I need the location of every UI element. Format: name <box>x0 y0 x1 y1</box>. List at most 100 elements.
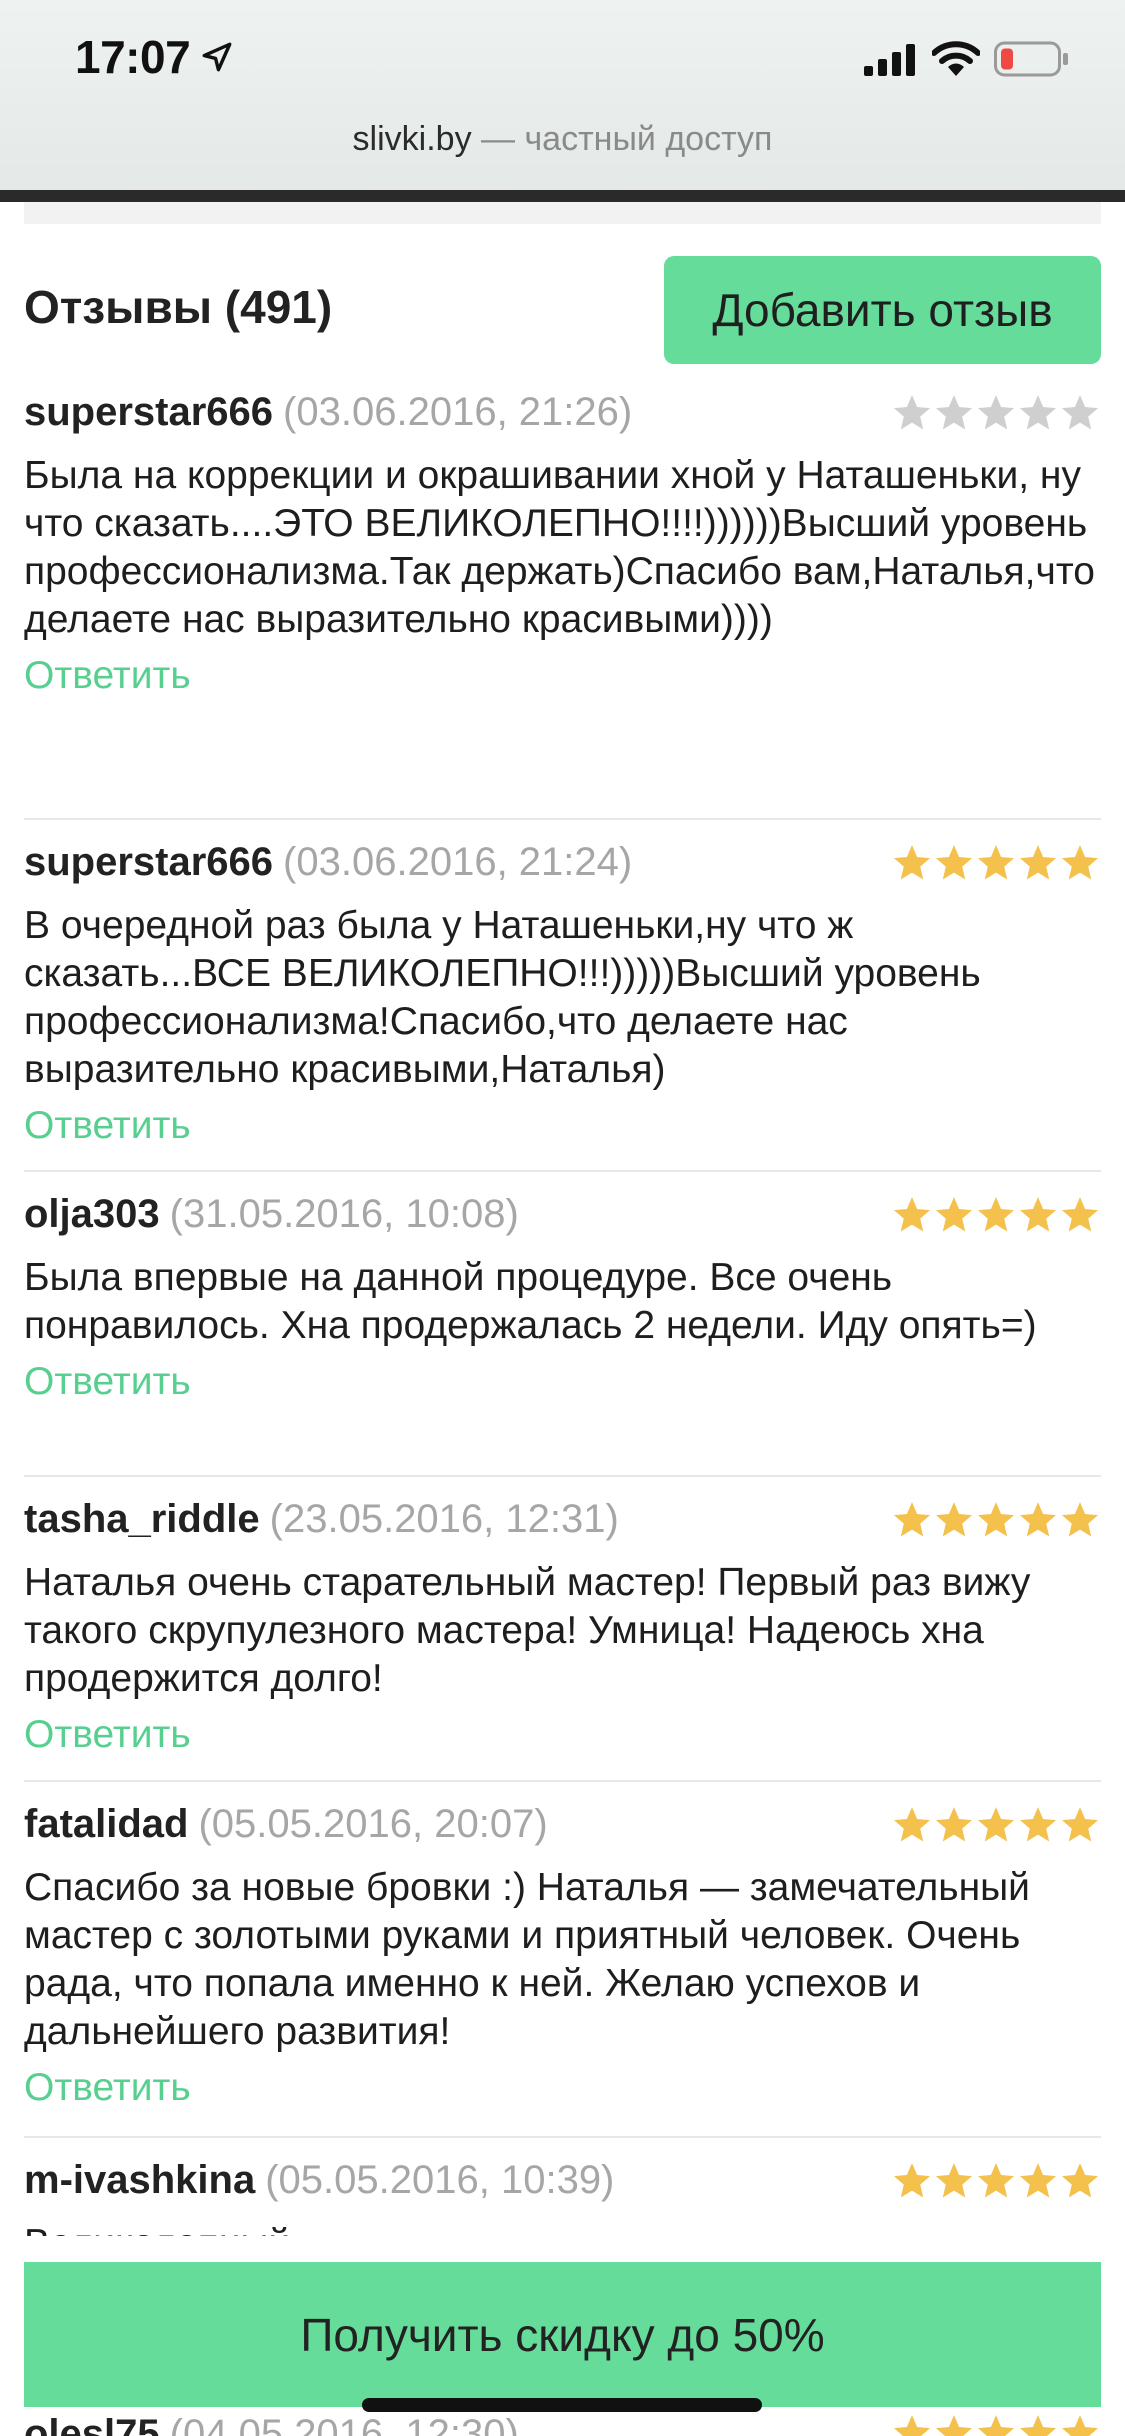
star-icon <box>1061 1197 1099 1232</box>
review-rating <box>891 1804 1101 1846</box>
review-date: (03.06.2016, 21:24) <box>283 840 633 884</box>
star-icon <box>893 2163 931 2198</box>
home-indicator[interactable] <box>362 2398 762 2412</box>
star-icon <box>1019 1197 1057 1232</box>
review-item: superstar666 (03.06.2016, 21:24) В очередн… <box>24 840 1101 1148</box>
review-header: fatalidad (05.05.2016, 20:07) <box>24 1802 1101 1858</box>
review-author[interactable]: m-ivashkina <box>24 2158 255 2202</box>
review-item: fatalidad (05.05.2016, 20:07) Спасибо за н… <box>24 1802 1101 2110</box>
review-author[interactable]: superstar666 <box>24 390 273 434</box>
star-icon <box>893 1197 931 1232</box>
star-icon <box>935 1807 973 1842</box>
reviews-heading: Отзывы (491) <box>24 281 333 333</box>
star-icon <box>1061 845 1099 880</box>
review-rating <box>891 1194 1101 1236</box>
star-icon <box>1019 2163 1057 2198</box>
star-icon <box>977 1807 1015 1842</box>
review-item: olja303 (31.05.2016, 10:08) Была впервые н… <box>24 1192 1101 1404</box>
review-author[interactable]: olja303 <box>24 1192 160 1236</box>
review-header: m-ivashkina (05.05.2016, 10:39) <box>24 2158 1101 2214</box>
review-author-partial: olesl75 (04.05.2016, 12:30) <box>24 2412 519 2436</box>
status-time: 17:07 <box>75 31 191 83</box>
review-date: (31.05.2016, 10:08) <box>169 1192 519 1236</box>
review-date: (05.05.2016, 10:39) <box>265 2158 615 2202</box>
review-item: superstar666 (03.06.2016, 21:26) Была на к… <box>24 390 1101 698</box>
cellular-signal-icon <box>864 44 915 76</box>
browser-header: 17:07 slivki.by — частный доступ <box>0 0 1125 190</box>
review-divider <box>24 1475 1101 1477</box>
review-date: (03.06.2016, 21:26) <box>283 390 633 434</box>
review-header: olja303 (31.05.2016, 10:08) <box>24 1192 1101 1248</box>
star-icon <box>893 2415 931 2436</box>
location-arrow-icon <box>202 42 232 72</box>
battery-icon <box>994 41 1068 77</box>
reply-link[interactable]: Ответить <box>24 1360 191 1404</box>
review-text: Спасибо за новые бровки :) Наталья — зам… <box>24 1866 1030 2053</box>
get-discount-button[interactable]: Получить скидку до 50% <box>24 2262 1101 2407</box>
star-icon <box>893 1807 931 1842</box>
review-item: m-ivashkina(05.05.2016, 10:39) Великолепн… <box>24 2158 1101 2236</box>
star-icon <box>1019 2415 1057 2436</box>
review-text: Была впервые на данной процедуре. Все оч… <box>24 1256 1037 1347</box>
review-text: Была на коррекции и окрашивании хной у Н… <box>24 454 1095 641</box>
star-icon <box>935 1197 973 1232</box>
star-icon <box>977 1502 1015 1537</box>
add-review-button[interactable]: Добавить отзыв <box>664 256 1101 364</box>
review-author[interactable]: tasha_riddle <box>24 1497 260 1541</box>
review-rating <box>891 392 1101 434</box>
review-date: (05.05.2016, 20:07) <box>198 1802 548 1846</box>
page-content: 17:07 slivki.by — частный доступ Отзывы … <box>0 0 1125 2236</box>
review-text: В очередной раз была у Наташеньки,ну что… <box>24 904 981 1091</box>
star-icon <box>977 2163 1015 2198</box>
review-rating <box>891 2160 1101 2202</box>
star-icon <box>1061 2163 1099 2198</box>
review-header: tasha_riddle (23.05.2016, 12:31) <box>24 1497 1101 1553</box>
url-bar[interactable]: slivki.by — частный доступ <box>0 120 1125 159</box>
star-icon <box>1019 845 1057 880</box>
star-icon <box>935 395 973 430</box>
star-icon <box>1019 1502 1057 1537</box>
url-domain: slivki.by <box>352 120 472 158</box>
star-icon <box>935 2163 973 2198</box>
review-divider <box>24 1170 1101 1172</box>
review-header: superstar666 (03.06.2016, 21:26) <box>24 390 1101 446</box>
reply-link[interactable]: Ответить <box>24 1104 191 1148</box>
review-rating <box>891 1499 1101 1541</box>
wifi-icon <box>932 41 980 76</box>
review-header: superstar666 (03.06.2016, 21:24) <box>24 840 1101 896</box>
previous-section-edge <box>24 202 1101 224</box>
review-author[interactable]: superstar666 <box>24 840 273 884</box>
review-rating <box>891 842 1101 884</box>
star-icon <box>977 845 1015 880</box>
star-icon <box>1019 395 1057 430</box>
reply-link[interactable]: Ответить <box>24 654 191 698</box>
star-icon <box>977 395 1015 430</box>
reply-link[interactable]: Ответить <box>24 2066 191 2110</box>
star-icon <box>1061 1807 1099 1842</box>
review-divider <box>24 818 1101 820</box>
star-icon <box>1061 395 1099 430</box>
star-icon <box>1061 2415 1099 2436</box>
review-item: tasha_riddle (23.05.2016, 12:31) Наталья о… <box>24 1497 1101 1757</box>
star-icon <box>893 395 931 430</box>
header-divider <box>0 190 1125 202</box>
star-icon <box>893 845 931 880</box>
reply-link[interactable]: Ответить <box>24 1713 191 1757</box>
star-icon <box>1061 1502 1099 1537</box>
star-icon <box>1019 1807 1057 1842</box>
star-icon <box>977 2415 1015 2436</box>
review-author[interactable]: olesl75 <box>24 2412 160 2436</box>
review-text: Наталья очень старательный мастер! Первы… <box>24 1561 1031 1700</box>
review-rating-partial <box>891 2412 1101 2436</box>
review-date: (04.05.2016, 12:30) <box>169 2412 519 2436</box>
review-divider <box>24 2136 1101 2138</box>
review-date: (23.05.2016, 12:31) <box>269 1497 619 1541</box>
review-divider <box>24 1780 1101 1782</box>
review-text: Великолепный <box>24 2220 1101 2236</box>
star-icon <box>935 2415 973 2436</box>
review-author[interactable]: fatalidad <box>24 1802 188 1846</box>
star-icon <box>935 1502 973 1537</box>
star-icon <box>935 845 973 880</box>
url-access-note: — частный доступ <box>471 120 773 158</box>
star-icon <box>977 1197 1015 1232</box>
